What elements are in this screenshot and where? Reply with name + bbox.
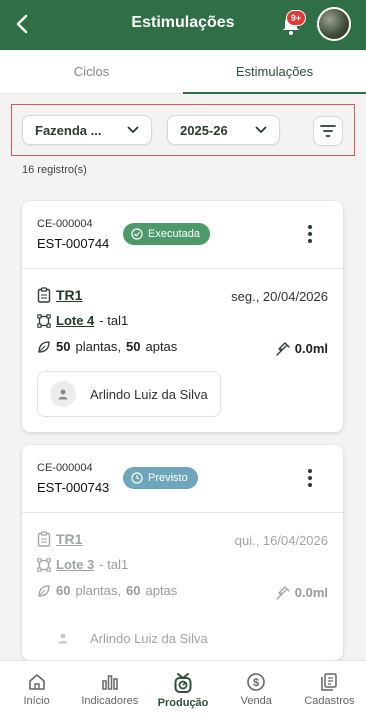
tab-bar: Ciclos Estimulações bbox=[0, 50, 366, 94]
page-title: Estimulações bbox=[131, 14, 235, 31]
area-icon bbox=[37, 557, 51, 572]
season-select-value: 2025-26 bbox=[180, 122, 228, 138]
nav-home[interactable]: Início bbox=[0, 661, 73, 716]
nav-label: Venda bbox=[240, 695, 272, 707]
syringe-icon bbox=[276, 585, 290, 600]
volume: 0.0ml bbox=[276, 341, 328, 356]
more-options-icon[interactable] bbox=[305, 467, 315, 489]
apt-label: aptas bbox=[145, 339, 178, 354]
plants-row: 50 plantas, 50 aptas bbox=[37, 339, 177, 354]
lot-link[interactable]: Lote 3 bbox=[56, 557, 94, 572]
bottom-navigation: Início Indicadores Produção $ Venda Cada… bbox=[0, 660, 366, 716]
tree-link[interactable]: TR1 bbox=[56, 287, 82, 303]
stimulation-code: EST-000744 bbox=[37, 236, 110, 251]
filter-icon bbox=[320, 125, 336, 137]
date-label: seg., 20/04/2026 bbox=[231, 289, 328, 304]
operator-name: Arlindo Luiz da Silva bbox=[90, 630, 208, 646]
operator-chip: Arlindo Luiz da Silva bbox=[37, 371, 221, 417]
tab-cycles[interactable]: Ciclos bbox=[0, 50, 183, 93]
nav-sales[interactable]: $ Venda bbox=[220, 661, 293, 716]
clipboard-icon bbox=[37, 287, 51, 303]
lot-row: Lote 3 - tal1 bbox=[37, 557, 128, 572]
app-header: Estimulações 9+ bbox=[0, 0, 366, 50]
nav-label: Indicadores bbox=[81, 695, 139, 707]
bar-chart-icon bbox=[102, 675, 118, 690]
cycle-code: CE-000004 bbox=[37, 218, 93, 230]
chevron-down-icon bbox=[127, 126, 139, 134]
leaf-icon bbox=[38, 340, 50, 353]
lot-link[interactable]: Lote 4 bbox=[56, 313, 94, 328]
results-count: 16 registro(s) bbox=[22, 164, 87, 176]
clipboard-icon bbox=[37, 531, 51, 547]
syringe-icon bbox=[276, 341, 290, 356]
nav-registrations[interactable]: Cadastros bbox=[293, 661, 366, 716]
operator-name: Arlindo Luiz da Silva bbox=[90, 386, 208, 402]
volume-value: 0.0ml bbox=[294, 585, 328, 600]
status-label: Executada bbox=[148, 228, 200, 240]
plants-label: plantas, bbox=[75, 339, 122, 354]
avatar[interactable] bbox=[317, 7, 351, 41]
tree-link[interactable]: TR1 bbox=[56, 531, 82, 547]
apt-label: aptas bbox=[145, 583, 178, 598]
svg-text:$: $ bbox=[253, 677, 259, 689]
lot-suffix: - tal1 bbox=[99, 557, 129, 572]
farm-select-value: Fazenda ... bbox=[35, 122, 102, 138]
status-label: Previsto bbox=[148, 472, 188, 484]
date-label: qui., 16/04/2026 bbox=[234, 533, 328, 548]
clock-icon bbox=[131, 472, 143, 484]
check-circle-icon bbox=[131, 228, 143, 240]
user-icon bbox=[50, 381, 76, 407]
operator-chip: Arlindo Luiz da Silva bbox=[37, 615, 221, 660]
home-icon bbox=[28, 674, 45, 690]
leaf-icon bbox=[38, 584, 50, 597]
production-icon bbox=[174, 673, 192, 693]
status-badge: Previsto bbox=[123, 467, 198, 489]
plants-count: 60 bbox=[56, 583, 71, 598]
nav-indicators[interactable]: Indicadores bbox=[73, 661, 146, 716]
user-icon bbox=[50, 625, 76, 651]
tree-row: TR1 bbox=[37, 287, 82, 303]
stimulation-card[interactable]: CE-000004 EST-000744 Executada TR1 seg.,… bbox=[22, 201, 343, 432]
cycle-code: CE-000004 bbox=[37, 462, 93, 474]
apt-count: 50 bbox=[126, 339, 141, 354]
plants-count: 50 bbox=[56, 339, 71, 354]
status-badge: Executada bbox=[123, 223, 210, 245]
chevron-down-icon bbox=[255, 126, 267, 134]
plants-label: plantas, bbox=[75, 583, 122, 598]
nav-label: Início bbox=[23, 695, 50, 707]
volume: 0.0ml bbox=[276, 585, 328, 600]
lot-suffix: - tal1 bbox=[99, 313, 129, 328]
stimulation-code: EST-000743 bbox=[37, 480, 110, 495]
apt-count: 60 bbox=[126, 583, 141, 598]
lot-row: Lote 4 - tal1 bbox=[37, 313, 128, 328]
nav-label: Cadastros bbox=[304, 695, 355, 707]
dollar-icon: $ bbox=[247, 673, 266, 691]
area-icon bbox=[37, 313, 51, 328]
tree-row: TR1 bbox=[37, 531, 82, 547]
filter-button[interactable] bbox=[313, 116, 343, 146]
more-options-icon[interactable] bbox=[305, 223, 315, 245]
notification-badge: 9+ bbox=[286, 10, 306, 26]
volume-value: 0.0ml bbox=[294, 341, 328, 356]
documents-icon bbox=[321, 673, 338, 691]
farm-select[interactable]: Fazenda ... bbox=[22, 115, 152, 145]
plants-row: 60 plantas, 60 aptas bbox=[37, 583, 177, 598]
nav-label: Produção bbox=[157, 697, 209, 709]
tab-stimulations[interactable]: Estimulações bbox=[183, 50, 366, 94]
nav-production[interactable]: Produção bbox=[146, 661, 219, 716]
season-select[interactable]: 2025-26 bbox=[167, 115, 280, 145]
stimulation-card[interactable]: CE-000004 EST-000743 Previsto TR1 qui., … bbox=[22, 445, 343, 660]
